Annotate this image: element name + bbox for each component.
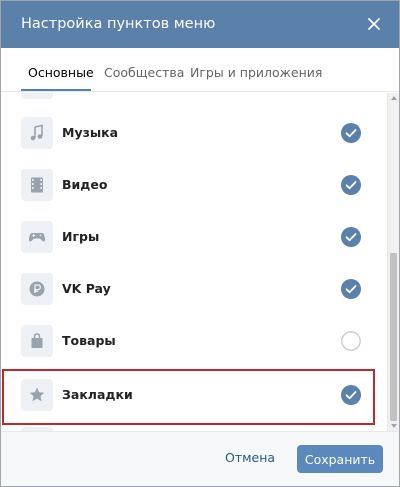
scroll-up-arrow-icon[interactable] <box>391 96 397 100</box>
active-tab-indicator <box>21 89 91 91</box>
list-item-music[interactable]: Музыка <box>1 107 387 159</box>
item-label: Игры <box>62 229 100 244</box>
scrollbar-thumb[interactable] <box>390 253 397 421</box>
gamepad-icon <box>21 221 53 253</box>
list-item-vk-pay[interactable]: VK Pay <box>1 263 387 315</box>
tab-communities[interactable]: Сообщества <box>104 65 184 81</box>
scrollbar[interactable] <box>387 93 399 431</box>
list-item-games[interactable]: Игры <box>1 211 387 263</box>
scroll-down-arrow-icon[interactable] <box>391 424 397 428</box>
list-item-video[interactable]: Видео <box>1 159 387 211</box>
vk-pay-icon <box>21 273 53 305</box>
video-icon <box>21 169 53 201</box>
highlight-frame <box>2 369 375 425</box>
cancel-button[interactable]: Отмена <box>225 450 275 466</box>
check-icon[interactable] <box>341 279 361 299</box>
close-icon[interactable] <box>363 13 385 35</box>
item-label: Видео <box>62 177 108 192</box>
check-icon[interactable] <box>341 175 361 195</box>
tab-games-apps[interactable]: Игры и приложения <box>190 65 322 81</box>
item-label: Товары <box>62 333 116 348</box>
partial-item-icon <box>21 93 53 99</box>
unchecked-circle-icon[interactable] <box>341 331 361 351</box>
save-button[interactable]: Сохранить <box>297 445 383 473</box>
list-item-goods[interactable]: Товары <box>1 315 387 367</box>
menu-settings-dialog: Настройка пунктов меню Основные Сообщест… <box>0 0 400 487</box>
check-icon[interactable] <box>341 227 361 247</box>
check-icon[interactable] <box>341 123 361 143</box>
dialog-header: Настройка пунктов меню <box>1 1 399 48</box>
item-label: VK Pay <box>62 281 111 296</box>
tab-bar: Основные Сообщества Игры и приложения <box>1 48 399 92</box>
music-icon <box>21 117 53 149</box>
tab-main[interactable]: Основные <box>28 65 94 81</box>
dialog-footer: Отмена Сохранить <box>1 431 399 486</box>
item-label: Музыка <box>62 125 119 140</box>
shopping-bag-icon <box>21 325 53 357</box>
dialog-title: Настройка пунктов меню <box>21 16 216 32</box>
